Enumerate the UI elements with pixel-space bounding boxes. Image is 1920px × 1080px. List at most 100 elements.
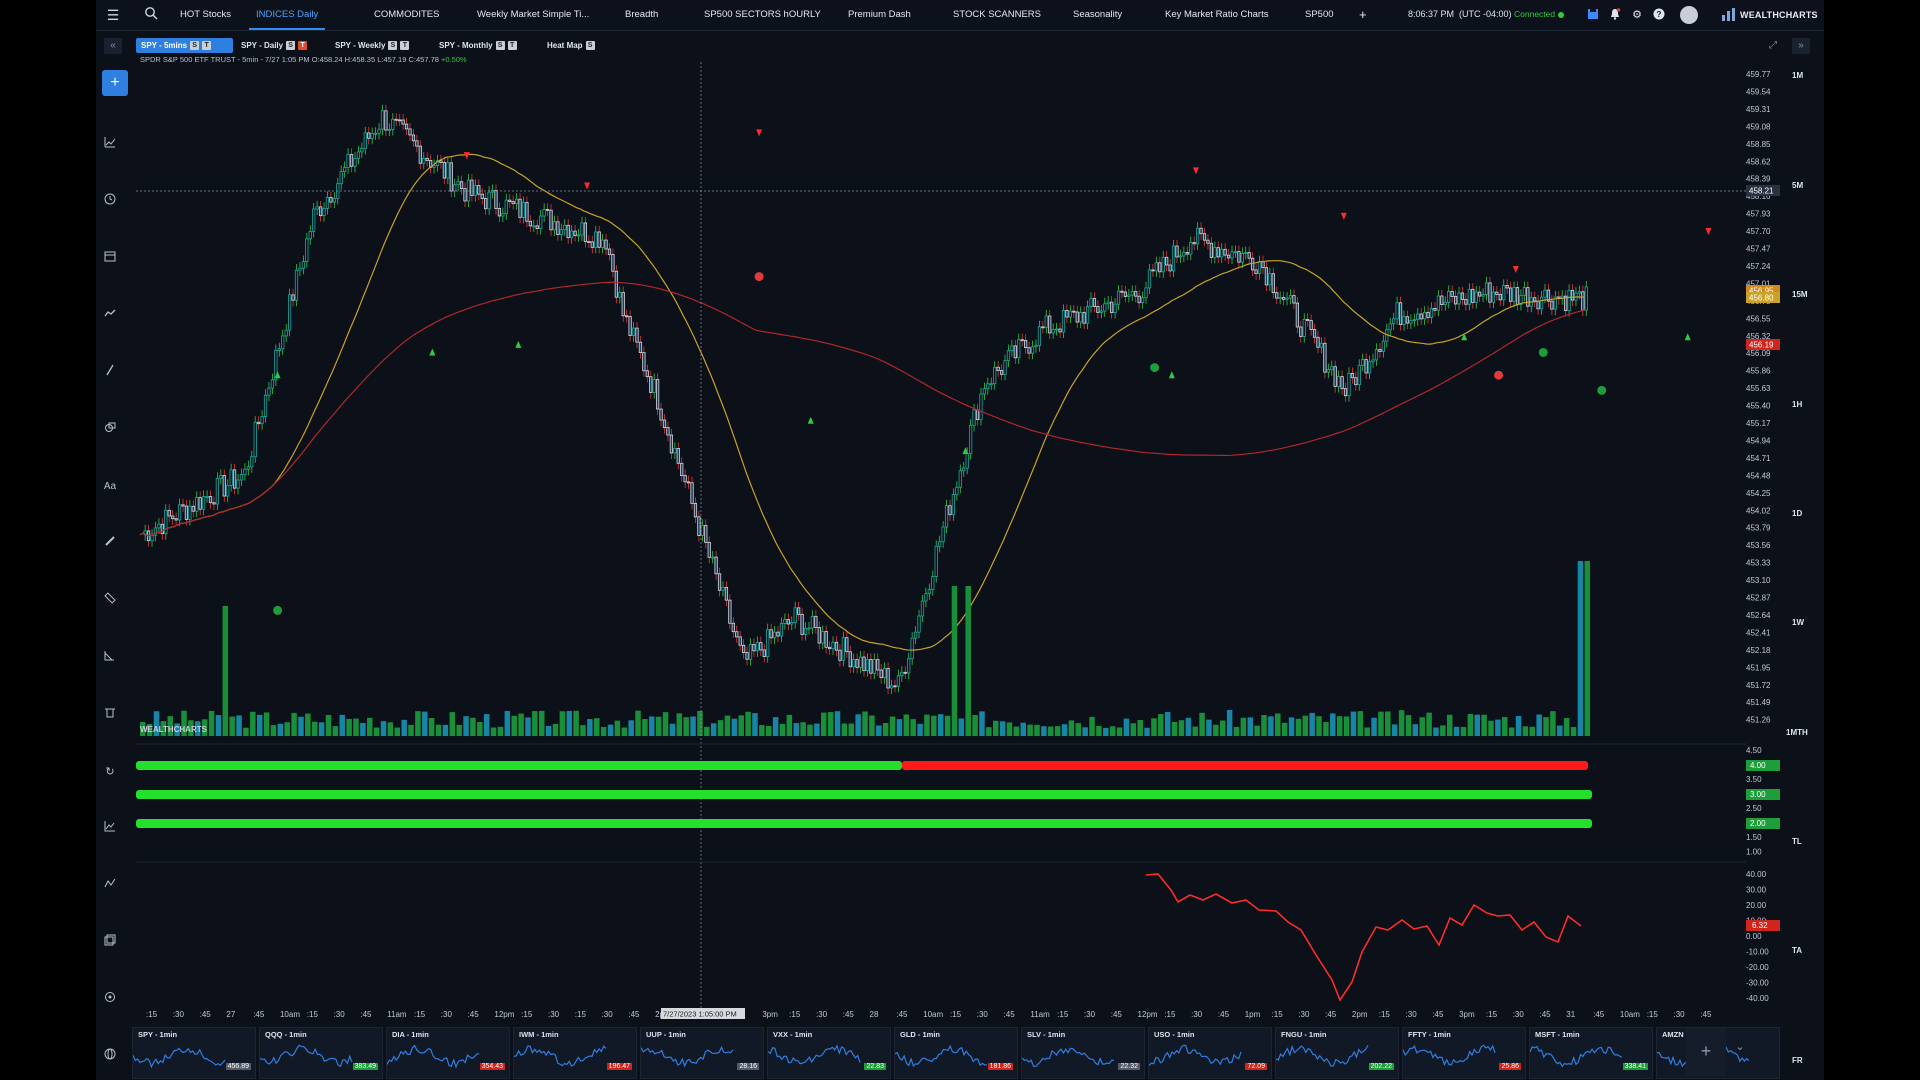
candle-body xyxy=(1319,342,1324,348)
candle-body xyxy=(1024,339,1028,349)
timeframe-1m[interactable]: 1M xyxy=(1792,71,1803,80)
mini-chart[interactable]: FFTY - 1min 25.86 xyxy=(1402,1027,1526,1079)
timeframe-1mth[interactable]: 1MTH xyxy=(1786,728,1808,737)
candle-body xyxy=(951,494,956,516)
candle-body xyxy=(1570,289,1575,301)
candle-body xyxy=(580,222,584,236)
candle-body xyxy=(1409,320,1413,324)
candle-body xyxy=(525,202,529,222)
candle-body xyxy=(329,197,333,203)
indicator1-axis-label: 1.00 xyxy=(1746,848,1762,857)
mini-chart[interactable]: SPY - 1min 456.89 xyxy=(132,1027,256,1079)
price-axis-label: 456.55 xyxy=(1746,314,1771,323)
mini-chart[interactable]: VXX - 1min 22.83 xyxy=(767,1027,891,1079)
mini-chart-price: 22.83 xyxy=(864,1063,886,1070)
candle-body xyxy=(1278,297,1282,299)
mini-chart[interactable]: UUP - 1min 28.16 xyxy=(640,1027,764,1079)
candle-body xyxy=(631,327,636,336)
price-axis-label: 452.87 xyxy=(1746,594,1771,603)
candle-body xyxy=(1154,262,1158,272)
volume-bar xyxy=(1309,712,1315,736)
price-axis-label: 458.62 xyxy=(1746,157,1771,166)
candle-body xyxy=(845,637,849,653)
time-axis-label: 3pm xyxy=(1459,1010,1475,1019)
mini-chart[interactable]: USO - 1min 72.09 xyxy=(1148,1027,1272,1079)
candle-body xyxy=(504,199,508,215)
trend-bar-3 xyxy=(136,819,1592,828)
volume-bar xyxy=(1281,722,1288,736)
indicator1-axis-label: 4.50 xyxy=(1746,746,1762,755)
volume-bar xyxy=(1323,722,1329,736)
candle-body xyxy=(711,556,715,559)
candle-body xyxy=(869,659,873,674)
expand-minis-icon[interactable]: ⌄ xyxy=(1732,1040,1748,1060)
mini-chart[interactable]: MSFT - 1min 338.41 xyxy=(1529,1027,1653,1079)
add-mini-chart-button[interactable]: + xyxy=(1686,1028,1726,1076)
candle-body xyxy=(1089,298,1093,307)
timeframe-1w[interactable]: 1W xyxy=(1792,618,1804,627)
timeframe-fr[interactable]: FR xyxy=(1792,1056,1803,1065)
mini-chart[interactable]: QQQ - 1min 383.49 xyxy=(259,1027,383,1079)
candle-body xyxy=(367,132,371,139)
buy-signal-icon xyxy=(1461,333,1468,341)
time-axis-label: :45 xyxy=(1540,1010,1552,1019)
candle-body xyxy=(944,505,949,528)
price-axis-label: 454.25 xyxy=(1746,489,1771,498)
buy-signal-icon xyxy=(1168,371,1175,379)
candle-body xyxy=(1495,291,1499,295)
candle-body xyxy=(1364,359,1368,374)
timeframe-15m[interactable]: 15M xyxy=(1792,290,1808,299)
mini-chart[interactable]: SLV - 1min 22.32 xyxy=(1021,1027,1145,1079)
candle-body xyxy=(1223,248,1227,256)
time-axis-label: 3pm xyxy=(762,1010,778,1019)
mini-chart[interactable]: IWM - 1min 196.47 xyxy=(513,1027,637,1079)
volume-bar xyxy=(559,711,566,736)
candle-body xyxy=(514,198,519,205)
candle-body xyxy=(1113,303,1117,313)
candle-body xyxy=(1196,227,1200,245)
timeframe-1d[interactable]: 1D xyxy=(1792,509,1802,518)
candle-body xyxy=(700,525,704,536)
volume-bar xyxy=(1563,718,1570,736)
time-axis-label: :15 xyxy=(1486,1010,1498,1019)
candle-body xyxy=(202,496,206,510)
volume-bar xyxy=(1096,726,1102,736)
timeframe-tl[interactable]: TL xyxy=(1792,837,1802,846)
time-axis-label: 12pm xyxy=(494,1010,514,1019)
price-chart[interactable]: 459.77 459.54 459.31 459.08 458.85 458.62 458.… xyxy=(96,0,1824,1080)
candle-body xyxy=(1037,326,1042,347)
price-axis-label: 459.54 xyxy=(1746,87,1771,96)
candle-body xyxy=(212,502,216,505)
candle-body xyxy=(1171,245,1176,272)
mini-sparkline xyxy=(1530,1045,1623,1068)
volume-bar xyxy=(250,711,256,736)
mini-chart[interactable]: FNGU - 1min 202.22 xyxy=(1275,1027,1399,1079)
volume-bar xyxy=(1515,716,1522,736)
price-axis-label: 459.77 xyxy=(1746,70,1771,79)
candle-body xyxy=(714,556,718,575)
time-axis-label: 12pm xyxy=(1138,1010,1158,1019)
candle-body xyxy=(821,631,825,644)
volume-bar xyxy=(490,727,497,736)
candle-body xyxy=(783,619,787,624)
candle-body xyxy=(652,379,656,393)
candle-body xyxy=(724,586,729,601)
candle-body xyxy=(477,185,481,195)
candle-body xyxy=(865,659,870,672)
timeframe-1h[interactable]: 1H xyxy=(1792,400,1802,409)
volume-bar xyxy=(1405,715,1412,736)
volume-bar xyxy=(607,724,614,736)
candle-body xyxy=(250,456,254,468)
candle-body xyxy=(1041,326,1045,329)
timeframe-ta[interactable]: TA xyxy=(1792,946,1802,955)
mini-chart[interactable]: DIA - 1min 354.43 xyxy=(386,1027,510,1079)
volume-bar xyxy=(1336,716,1343,736)
volume-bar xyxy=(1440,725,1446,736)
indicator1-tag: 4.00 xyxy=(1750,761,1766,770)
volume-bar xyxy=(387,722,394,736)
volume-bar xyxy=(1357,711,1364,736)
time-axis-label: :45 xyxy=(468,1010,480,1019)
mini-chart[interactable]: GLD - 1min 181.86 xyxy=(894,1027,1018,1079)
timeframe-5m[interactable]: 5M xyxy=(1792,181,1803,190)
candle-body xyxy=(191,505,195,512)
